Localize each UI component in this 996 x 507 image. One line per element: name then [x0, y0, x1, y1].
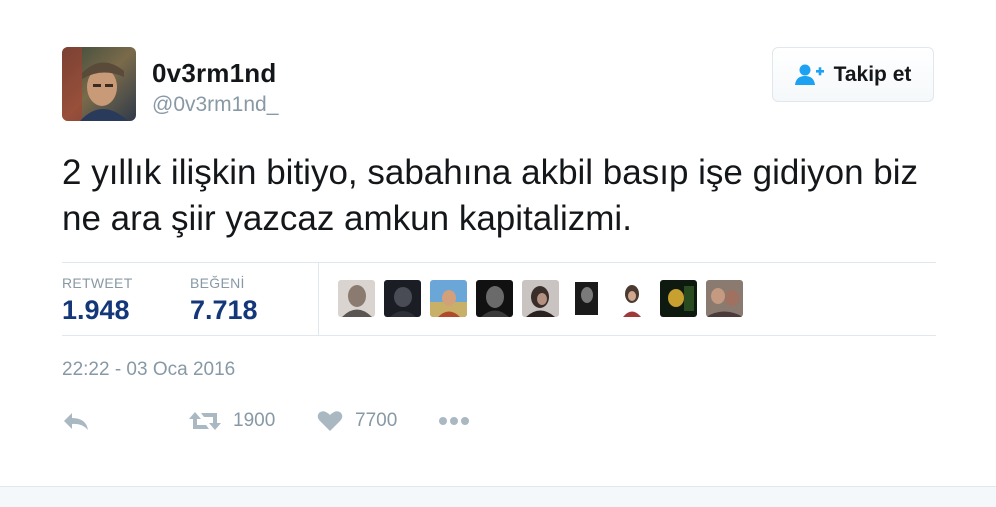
tweet-stats: RETWEET 1.948 BEĞENİ 7.718 [62, 262, 936, 336]
retweet-icon [189, 412, 221, 430]
retweet-stat[interactable]: RETWEET 1.948 [62, 275, 133, 326]
follow-button[interactable]: Takip et [772, 47, 934, 102]
liker-avatar[interactable] [430, 280, 467, 317]
tweet-card: 0v3rm1nd @0v3rm1nd_ Takip et 2 yıllık il… [0, 0, 996, 486]
reply-icon [64, 413, 88, 430]
tweet-actions: 1900 7700 [62, 405, 562, 437]
follow-button-label: Takip et [833, 62, 912, 86]
retweet-button[interactable]: 1900 [189, 405, 275, 437]
more-options-button[interactable] [438, 405, 470, 437]
liker-avatar[interactable] [706, 280, 743, 317]
liker-avatar[interactable] [614, 280, 651, 317]
like-button[interactable]: 7700 [317, 405, 397, 437]
bottom-strip [0, 486, 996, 507]
liker-avatar[interactable] [476, 280, 513, 317]
like-stat[interactable]: BEĞENİ 7.718 [190, 275, 258, 326]
liker-avatar-7-icon [614, 280, 651, 317]
more-dots-icon [439, 417, 469, 425]
tweet-timestamp[interactable]: 22:22 - 03 Oca 2016 [62, 359, 235, 381]
stats-divider [318, 263, 319, 335]
liker-avatar-9-icon [706, 280, 743, 317]
like-stat-label: BEĞENİ [190, 275, 245, 291]
retweet-stat-value: 1.948 [62, 295, 130, 325]
avatar-photo-icon [62, 47, 136, 121]
add-user-icon [794, 64, 824, 85]
user-avatar[interactable] [62, 47, 136, 121]
liker-avatar-2-icon [384, 280, 421, 317]
liker-avatar[interactable] [384, 280, 421, 317]
liker-avatar-8-icon [660, 280, 697, 317]
liker-avatar-5-icon [522, 280, 559, 317]
reply-button[interactable] [62, 405, 90, 437]
liker-avatar-1-icon [338, 280, 375, 317]
display-name[interactable]: 0v3rm1nd [152, 58, 276, 89]
liker-avatars [338, 280, 743, 317]
liker-avatar[interactable] [338, 280, 375, 317]
retweet-count: 1900 [233, 410, 276, 431]
like-count: 7700 [355, 410, 398, 431]
liker-avatar-6-icon [568, 280, 605, 317]
liker-avatar[interactable] [660, 280, 697, 317]
retweet-stat-label: RETWEET [62, 275, 133, 291]
liker-avatar[interactable] [568, 280, 605, 317]
liker-avatar-3-icon [430, 280, 467, 317]
liker-avatar[interactable] [522, 280, 559, 317]
liker-avatar-4-icon [476, 280, 513, 317]
like-stat-value: 7.718 [190, 295, 258, 325]
tweet-text: 2 yıllık ilişkin bitiyo, sabahına akbil … [62, 153, 918, 238]
heart-icon [317, 411, 343, 431]
screen-name[interactable]: @0v3rm1nd_ [152, 93, 278, 117]
